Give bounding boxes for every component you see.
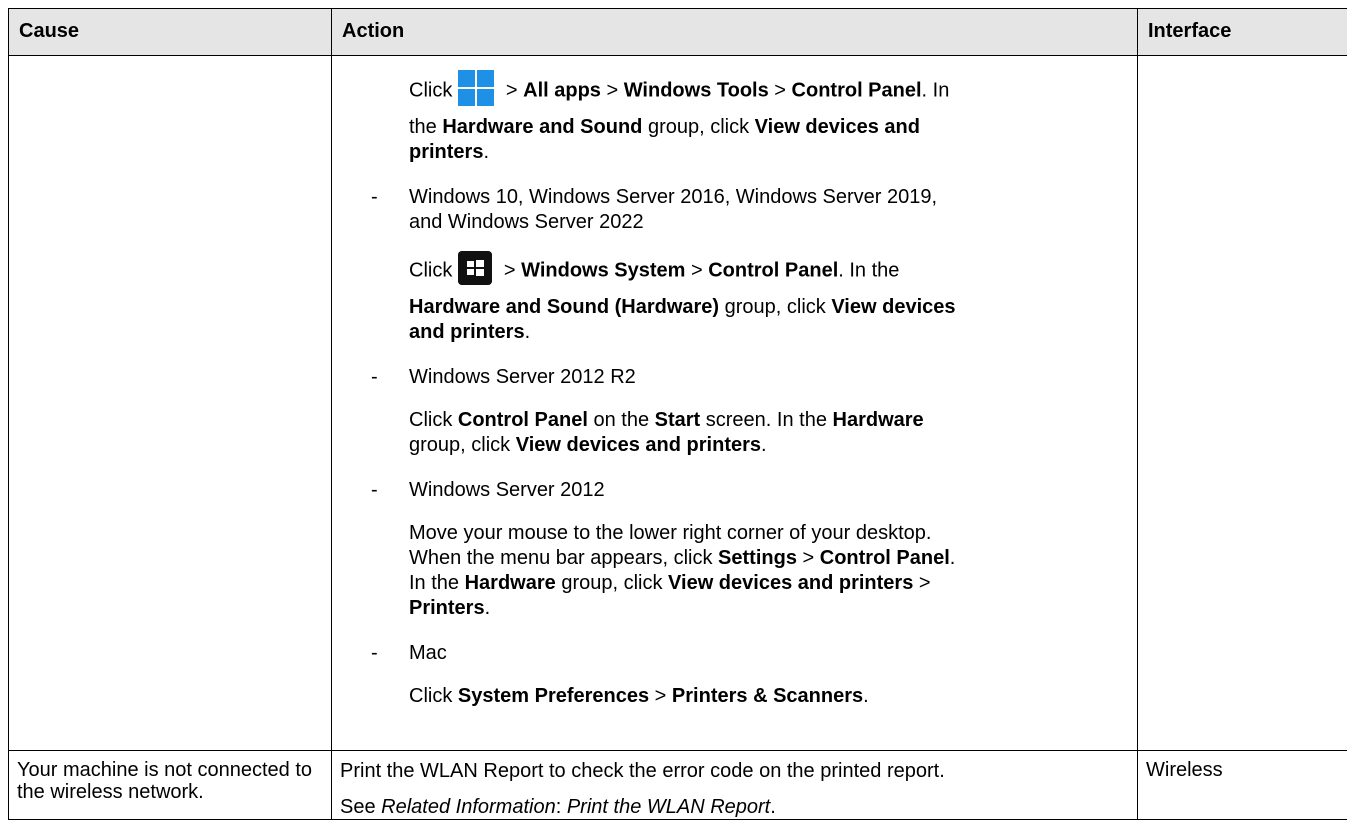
header-action: Action <box>331 8 1138 56</box>
ws2012-line-4: Printers. <box>409 597 491 619</box>
action-cell-instructions: Click > All apps > Windows Tools > Contr… <box>331 55 1138 751</box>
win11-line-3: printers. <box>409 141 490 163</box>
win10-title-line-1: Windows 10, Windows Server 2016, Windows… <box>409 186 938 208</box>
bullet-dash: - <box>371 479 378 501</box>
bullet-dash: - <box>371 642 378 664</box>
cause-cell-empty <box>8 55 332 751</box>
header-interface: Interface <box>1137 8 1347 56</box>
win11-line-1: Click > All apps > Windows Tools > Contr… <box>409 70 1119 109</box>
table-row: Click > All apps > Windows Tools > Contr… <box>8 55 1347 751</box>
ws2012r2-line-2: group, click View devices and printers. <box>409 434 767 456</box>
ws2012-title: Windows Server 2012 <box>409 479 605 501</box>
ws2012r2-title: Windows Server 2012 R2 <box>409 366 636 388</box>
win10-title-line-2: and Windows Server 2022 <box>409 211 644 233</box>
action-cell: Print the WLAN Report to check the error… <box>331 750 1138 820</box>
mac-title: Mac <box>409 642 447 664</box>
win11-line-2: the Hardware and Sound group, click View… <box>409 116 920 138</box>
ws2012-line-1: Move your mouse to the lower right corne… <box>409 522 932 544</box>
print-wlan-report-link[interactable]: Print the WLAN Report <box>567 796 770 818</box>
win10-line-1: Click > Windows System > Control Panel. … <box>409 251 1119 288</box>
bullet-dash: - <box>371 366 378 388</box>
win10-line-2: Hardware and Sound (Hardware) group, cli… <box>409 296 956 318</box>
action-line-1: Print the WLAN Report to check the error… <box>340 760 945 782</box>
instructions-block: Click > All apps > Windows Tools > Contr… <box>332 56 1137 750</box>
interface-cell: Wireless <box>1137 750 1347 820</box>
related-information-link[interactable]: Related Information <box>381 796 556 818</box>
troubleshooting-table-wrapper: Cause Action Interface Click > All apps … <box>8 8 1347 820</box>
ws2012r2-line-1: Click Control Panel on the Start screen.… <box>409 409 924 431</box>
table-row: Your machine is not connected to the wir… <box>8 750 1347 820</box>
table-header-row: Cause Action Interface <box>8 8 1347 56</box>
bullet-dash: - <box>371 186 378 208</box>
ws2012-line-3: In the Hardware group, click View device… <box>409 572 931 594</box>
windows-10-start-icon <box>458 251 493 285</box>
mac-line-1: Click System Preferences > Printers & Sc… <box>409 685 869 707</box>
header-cause: Cause <box>8 8 332 56</box>
cause-cell: Your machine is not connected to the wir… <box>8 750 332 820</box>
action-line-2: See Related Information: Print the WLAN … <box>340 796 776 818</box>
win10-line-3: and printers. <box>409 321 531 343</box>
windows-11-start-icon <box>458 70 495 106</box>
interface-cell-empty <box>1137 55 1347 751</box>
troubleshooting-table: Cause Action Interface Click > All apps … <box>8 8 1347 820</box>
ws2012-line-2: When the menu bar appears, click Setting… <box>409 547 956 569</box>
